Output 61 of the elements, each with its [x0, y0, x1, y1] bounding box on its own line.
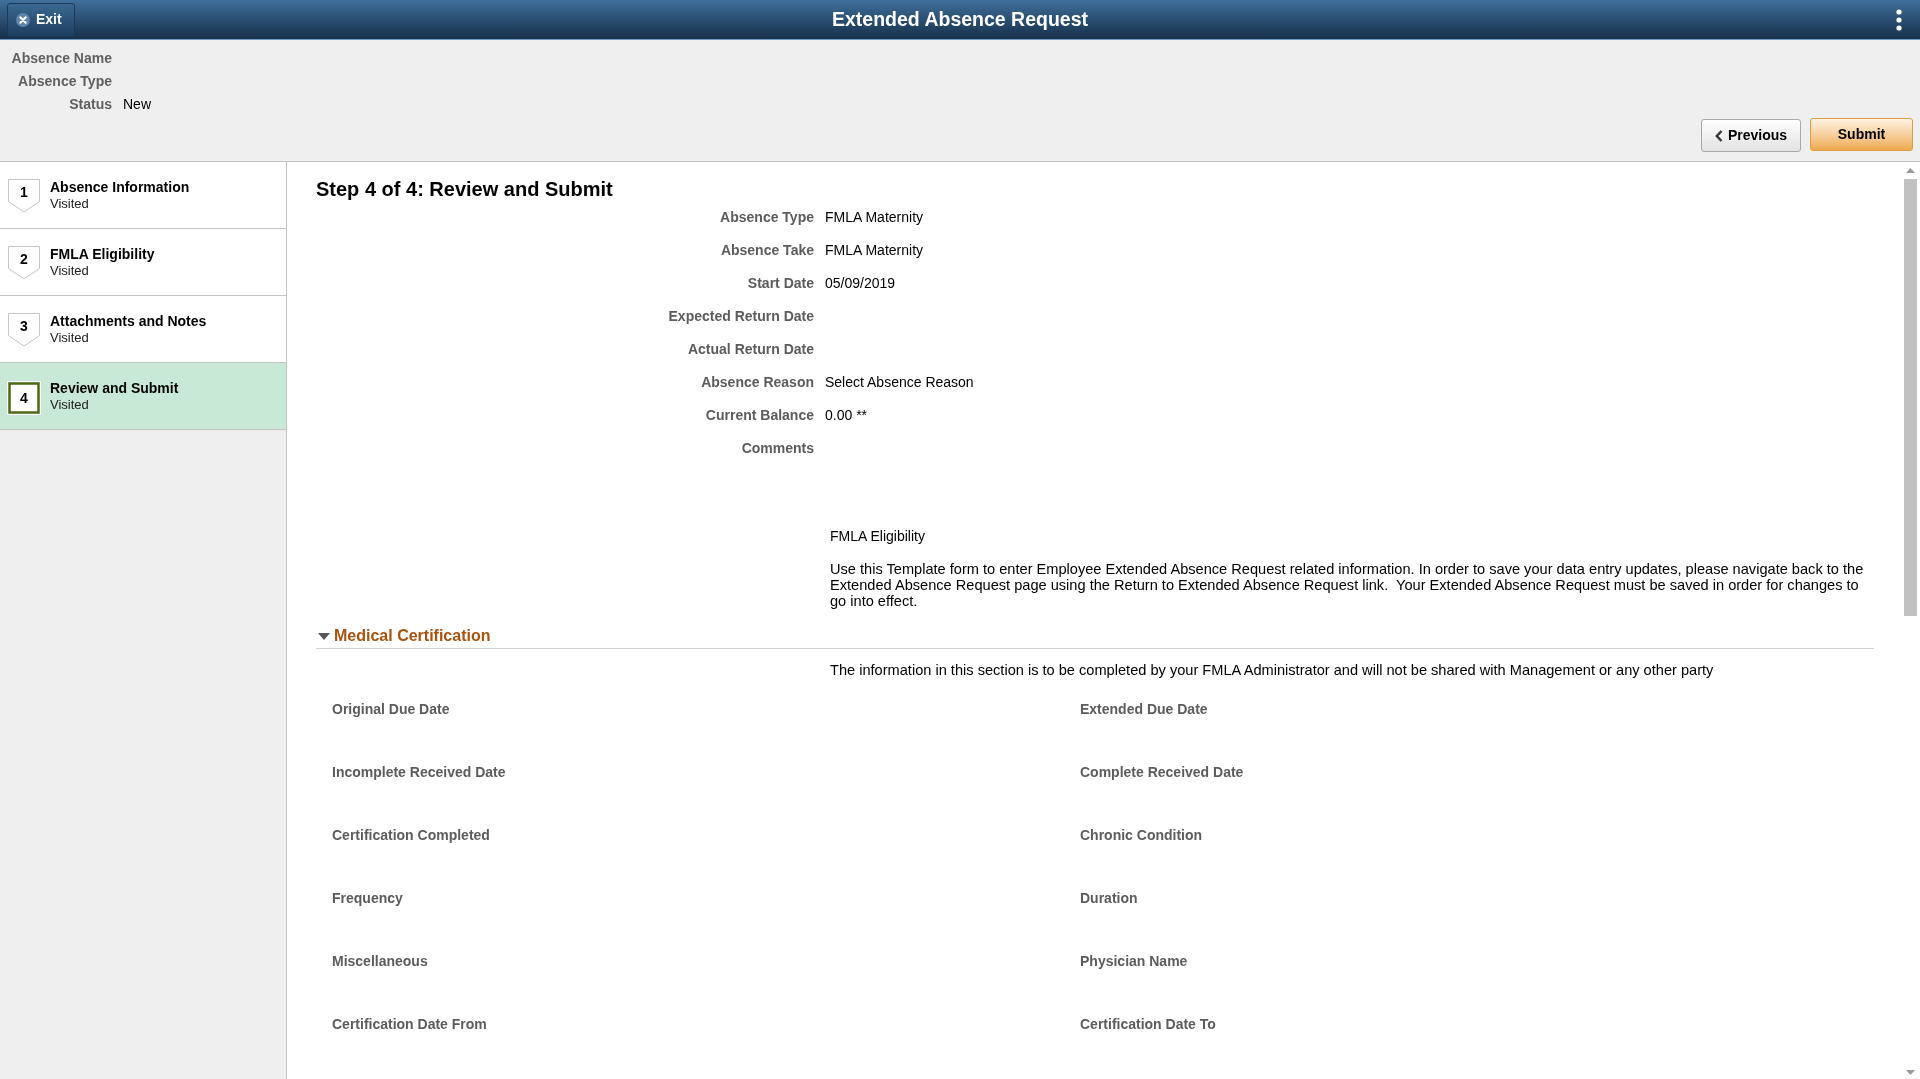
field-label: Status — [69, 96, 112, 113]
field-label: Absence Type — [720, 209, 814, 226]
field-label: Certification Date From — [332, 1016, 487, 1032]
section-note: The information in this section is to be completed by your FMLA Administrator and will not be shared with Management or any other party — [830, 662, 1714, 678]
field-label: Absence Reason — [701, 374, 814, 391]
field-label: Current Balance — [705, 407, 814, 424]
field-label: Absence Name — [11, 50, 112, 67]
step-number: 1 — [6, 179, 42, 215]
step-heading: Step 4 of 4: Review and Submit — [316, 177, 613, 201]
exit-button[interactable]: Exit — [7, 2, 75, 37]
field-label: Expected Return Date — [668, 308, 814, 325]
field-label: Original Due Date — [332, 701, 450, 717]
step-item[interactable]: 3 Attachments and Notes Visited — [0, 296, 286, 363]
field-label: Absence Take — [720, 242, 814, 259]
triangle-down-icon[interactable] — [1905, 1070, 1915, 1075]
step-item[interactable]: 1 Absence Information Visited — [0, 162, 286, 229]
field-label: Frequency — [332, 890, 403, 906]
step-number: 4 — [6, 380, 42, 416]
field-value: 05/09/2019 — [825, 275, 896, 292]
step-item[interactable]: 2 FMLA Eligibility Visited — [0, 229, 286, 296]
field-value: FMLA Maternity — [825, 242, 924, 259]
menu-icon[interactable] — [1896, 8, 1902, 31]
scrollbar-thumb[interactable] — [1903, 179, 1917, 616]
step-number: 2 — [6, 246, 42, 282]
field-label: Incomplete Received Date — [332, 764, 506, 780]
field-label: Physician Name — [1080, 953, 1188, 969]
field-label: Actual Return Date — [687, 341, 814, 358]
field-label: Miscellaneous — [332, 953, 428, 969]
field-value: New — [123, 96, 151, 113]
eligibility-title: FMLA Eligibility — [830, 528, 925, 544]
step-title: Absence Information — [50, 179, 190, 196]
step-number: 3 — [6, 313, 42, 349]
step-title: Review and Submit — [50, 380, 179, 397]
chevron-left-icon — [1714, 129, 1723, 142]
triangle-up-icon[interactable] — [1905, 168, 1915, 173]
step-status: Visited — [50, 330, 90, 346]
field-label: Extended Due Date — [1080, 701, 1208, 717]
field-label: Certification Date To — [1080, 1016, 1216, 1032]
field-value: FMLA Maternity — [825, 209, 924, 226]
close-icon — [16, 12, 30, 27]
field-label: Chronic Condition — [1080, 827, 1203, 843]
step-status: Visited — [50, 196, 90, 212]
step-title: FMLA Eligibility — [50, 246, 155, 263]
field-label: Complete Received Date — [1080, 764, 1244, 780]
page-title: Extended Absence Request — [831, 8, 1089, 31]
instructions-text: Use this Template form to enter Employee Extended Absence Request related information. In order to save your data entry updates, please navigate back to the Extended Absence Request page using the Return to Extended Absence Request link. Your Extended Absence Request must be saved in order for changes to go into effect. — [830, 561, 1865, 609]
field-label: Duration — [1080, 890, 1138, 906]
field-value: 0.00 ** — [825, 407, 868, 424]
step-title: Attachments and Notes — [50, 313, 207, 330]
step-status: Visited — [50, 263, 90, 279]
submit-button[interactable]: Submit — [1810, 118, 1913, 151]
section-toggle[interactable]: Medical Certification — [318, 626, 491, 646]
field-label: Certification Completed — [332, 827, 490, 843]
previous-button[interactable]: Previous — [1701, 119, 1801, 152]
field-label: Comments — [741, 440, 814, 457]
field-value: Select Absence Reason — [825, 374, 974, 391]
step-item[interactable]: 4 Review and Submit Visited — [0, 363, 286, 430]
field-label: Start Date — [747, 275, 814, 292]
step-status: Visited — [50, 397, 90, 413]
caret-down-icon — [318, 632, 330, 640]
field-label: Absence Type — [18, 73, 112, 90]
